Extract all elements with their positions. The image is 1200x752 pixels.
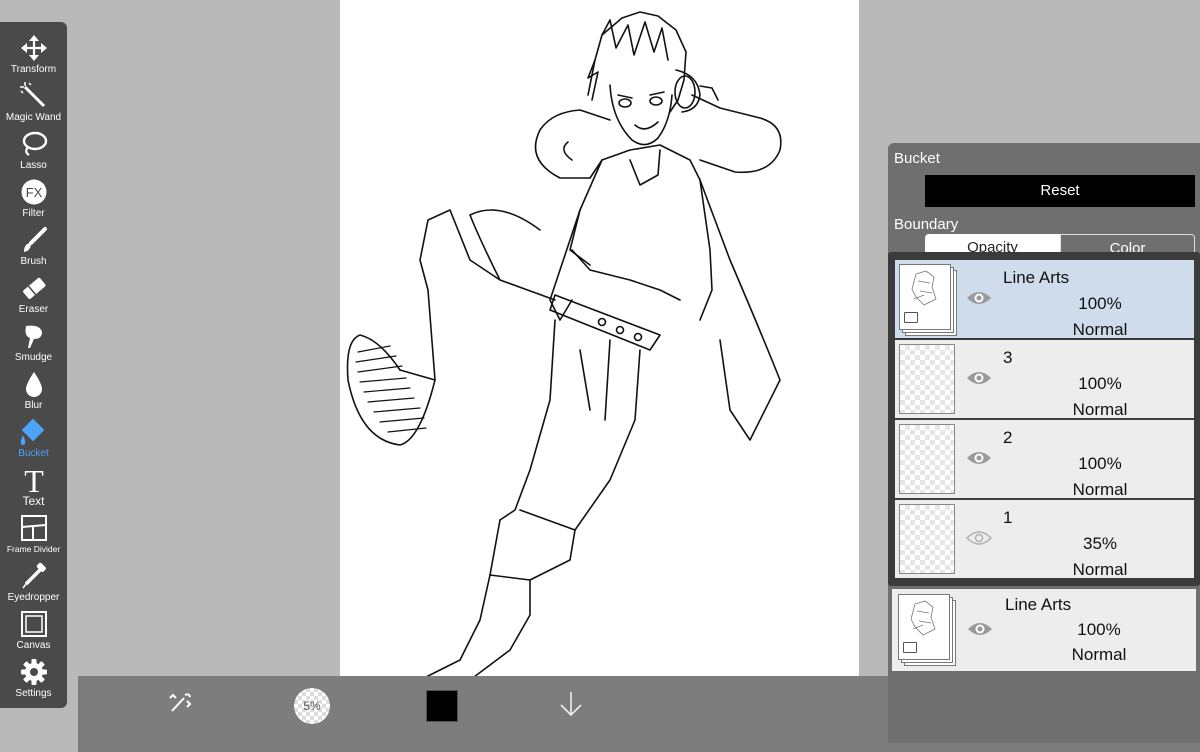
- reset-button[interactable]: Reset: [925, 175, 1195, 207]
- smudge-icon: [0, 322, 67, 356]
- tool-transform[interactable]: Transform: [0, 28, 67, 76]
- brush-size-value: 5%: [294, 688, 330, 724]
- tool-canvas[interactable]: Canvas: [0, 604, 67, 652]
- tool-label: Smudge: [14, 352, 53, 363]
- lasso-icon: [0, 130, 67, 164]
- tool-bucket[interactable]: Bucket: [0, 412, 67, 460]
- visibility-eye-icon[interactable]: [965, 368, 993, 388]
- tool-lasso[interactable]: Lasso: [0, 124, 67, 172]
- tool-settings[interactable]: Settings: [0, 652, 67, 700]
- quick-access-button[interactable]: [163, 676, 197, 736]
- layer-thumbnail: [899, 264, 957, 336]
- tool-label: Transform: [10, 64, 57, 75]
- tool-brush[interactable]: Brush: [0, 220, 67, 268]
- tool-label: Canvas: [16, 640, 51, 651]
- tool-label: Text: [22, 494, 45, 508]
- tool-label: Lasso: [20, 160, 47, 171]
- layer-row-3[interactable]: 3 100% Normal: [895, 340, 1194, 419]
- layer-thumbnail: [899, 424, 955, 494]
- visibility-eye-icon[interactable]: [965, 288, 993, 308]
- eraser-icon: [0, 274, 67, 308]
- brush-swap-icon: [165, 689, 195, 724]
- layer-name: Line Arts: [1005, 595, 1072, 614]
- visibility-eye-icon[interactable]: [965, 448, 993, 468]
- dragged-layer-row[interactable]: Line Arts 100% Normal: [892, 589, 1196, 671]
- tool-eraser[interactable]: Eraser: [0, 268, 67, 316]
- layer-row-1[interactable]: 1 35% Normal: [895, 500, 1194, 579]
- eyedropper-icon: [0, 562, 67, 596]
- magic-wand-icon: [0, 82, 67, 116]
- layer-name: 3: [1003, 348, 1013, 367]
- transform-icon: [0, 34, 67, 68]
- layer-row-line-arts[interactable]: Line Arts 100% Normal: [895, 260, 1194, 339]
- brush-icon: [0, 226, 67, 260]
- fx-icon: FX: [0, 178, 67, 212]
- folder-icon: [904, 312, 918, 323]
- settings-icon: [0, 658, 67, 692]
- layer-thumbnail: [898, 594, 956, 666]
- visibility-eye-icon[interactable]: [965, 528, 993, 548]
- tool-label: Bucket: [18, 448, 49, 459]
- drawing-canvas[interactable]: [340, 0, 859, 730]
- layer-blend-mode: Normal: [1072, 400, 1128, 419]
- canvas-icon: [0, 610, 67, 644]
- layer-thumbnail: [899, 344, 955, 414]
- tool-label: Eraser: [18, 304, 49, 315]
- layers-popup: Line Arts 100% Normal 3 100% Normal 2 10…: [888, 252, 1200, 586]
- layer-name: 2: [1003, 428, 1013, 447]
- tool-label: Settings: [15, 688, 52, 699]
- sketch-thumbnail-icon: [910, 600, 936, 636]
- primary-color-swatch: [426, 690, 458, 722]
- line-art-drawing: [346, 11, 782, 721]
- layer-opacity: 100%: [1077, 620, 1121, 639]
- tool-filter[interactable]: FX Filter: [0, 172, 67, 220]
- tool-blur[interactable]: Blur: [0, 364, 67, 412]
- bucket-icon: [0, 418, 67, 452]
- svg-text:FX: FX: [25, 185, 42, 200]
- layer-name: 1: [1003, 508, 1013, 527]
- tool-text[interactable]: T Text: [0, 460, 67, 508]
- layer-blend-mode: Normal: [1072, 320, 1128, 339]
- layer-thumbnail: [899, 504, 955, 574]
- panel-title: Bucket: [894, 150, 940, 167]
- tool-label: Brush: [20, 256, 47, 267]
- color-button[interactable]: [424, 676, 460, 736]
- folder-icon: [903, 642, 917, 653]
- download-button[interactable]: [556, 676, 586, 736]
- blur-icon: [0, 370, 67, 404]
- layer-opacity: 35%: [1082, 534, 1118, 553]
- boundary-label: Boundary: [894, 216, 959, 233]
- tool-eyedropper[interactable]: Eyedropper: [0, 556, 67, 604]
- frame-divider-icon: [0, 514, 67, 548]
- layer-opacity: 100%: [1078, 294, 1122, 313]
- layer-opacity: 100%: [1078, 374, 1122, 393]
- tool-smudge[interactable]: Smudge: [0, 316, 67, 364]
- tool-panel: Transform Magic Wand Lasso FX Filter Bru…: [0, 22, 67, 708]
- layer-row-2[interactable]: 2 100% Normal: [895, 420, 1194, 499]
- tool-magic-wand[interactable]: Magic Wand: [0, 76, 67, 124]
- svg-text:T: T: [24, 466, 44, 494]
- tool-label: Filter: [22, 208, 45, 219]
- tool-frame-divider[interactable]: Frame Divider: [0, 508, 67, 556]
- tool-label: Frame Divider: [6, 544, 61, 554]
- sketch-thumbnail-icon: [911, 270, 937, 306]
- brush-size-button[interactable]: 5%: [292, 676, 332, 736]
- tool-label: Blur: [24, 400, 43, 411]
- visibility-eye-icon[interactable]: [966, 619, 994, 639]
- tool-label: Eyedropper: [7, 592, 60, 603]
- layer-blend-mode: Normal: [1071, 645, 1127, 664]
- layer-blend-mode: Normal: [1072, 560, 1128, 579]
- arrow-down-icon: [558, 690, 584, 723]
- tool-label: Magic Wand: [5, 112, 62, 123]
- layer-opacity: 100%: [1078, 454, 1122, 473]
- layer-name: Line Arts: [1003, 268, 1070, 287]
- layer-blend-mode: Normal: [1072, 480, 1128, 499]
